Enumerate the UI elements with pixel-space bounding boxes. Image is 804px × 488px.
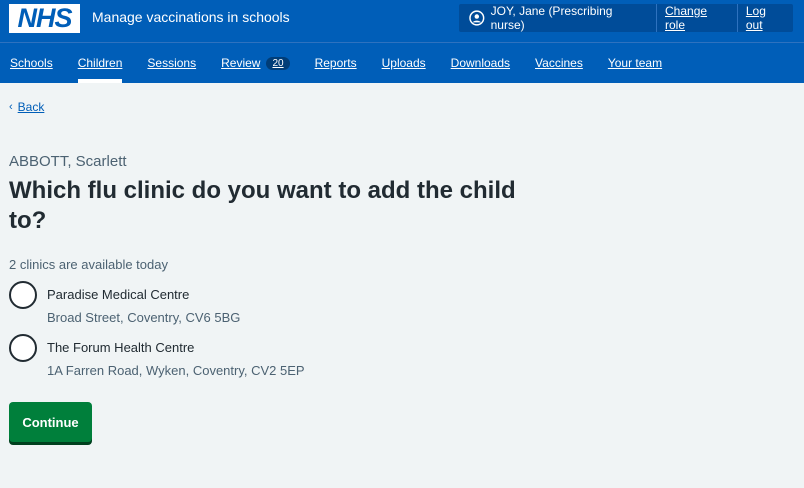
nav-downloads[interactable]: Downloads — [451, 43, 510, 83]
nav-reports[interactable]: Reports — [315, 43, 357, 83]
radio-hint-address: Broad Street, Coventry, CV6 5BG — [47, 310, 241, 325]
radio-label[interactable]: The Forum Health Centre — [47, 340, 305, 355]
radio-input[interactable] — [9, 334, 37, 362]
radio-input[interactable] — [9, 281, 37, 309]
primary-nav: Schools Children Sessions Review 20 Repor… — [0, 43, 804, 83]
user-icon — [469, 10, 485, 26]
back-label: Back — [17, 100, 45, 114]
change-role-link[interactable]: Change role — [657, 4, 738, 32]
nhs-logo[interactable]: NHS — [9, 4, 80, 33]
logo-text: NHS — [17, 3, 72, 33]
clinics-hint: 2 clinics are available today — [9, 257, 168, 272]
radio-option-forum[interactable]: The Forum Health Centre 1A Farren Road, … — [9, 334, 305, 378]
radio-option-paradise[interactable]: Paradise Medical Centre Broad Street, Co… — [9, 281, 240, 325]
continue-button[interactable]: Continue — [9, 402, 92, 442]
user-name: JOY, Jane (Prescribing nurse) — [490, 4, 613, 32]
nav-review-label: Review — [221, 56, 261, 70]
page-title: Which flu clinic do you want to add the … — [9, 177, 516, 234]
account-user: JOY, Jane (Prescribing nurse) — [459, 4, 657, 32]
nav-your-team[interactable]: Your team — [608, 43, 662, 83]
back-link[interactable]: ‹ Back — [9, 100, 44, 114]
review-count-badge: 20 — [266, 56, 290, 70]
nav-uploads[interactable]: Uploads — [382, 43, 426, 83]
nav-sessions[interactable]: Sessions — [147, 43, 196, 83]
radio-label[interactable]: Paradise Medical Centre — [47, 287, 240, 302]
account-bar: JOY, Jane (Prescribing nurse) Change rol… — [459, 4, 793, 32]
chevron-left-icon: ‹ — [9, 101, 13, 113]
radio-hint-address: 1A Farren Road, Wyken, Coventry, CV2 5EP — [47, 363, 305, 378]
nav-schools[interactable]: Schools — [10, 43, 53, 83]
nav-review[interactable]: Review 20 — [221, 43, 290, 83]
nav-children[interactable]: Children — [77, 43, 122, 83]
child-name-caption: ABBOTT, Scarlett — [9, 153, 127, 170]
log-out-link[interactable]: Log out — [738, 4, 793, 32]
app-header: NHS Manage vaccinations in schools JOY, … — [0, 0, 804, 83]
service-name[interactable]: Manage vaccinations in schools — [92, 9, 290, 25]
nav-vaccines[interactable]: Vaccines — [535, 43, 583, 83]
